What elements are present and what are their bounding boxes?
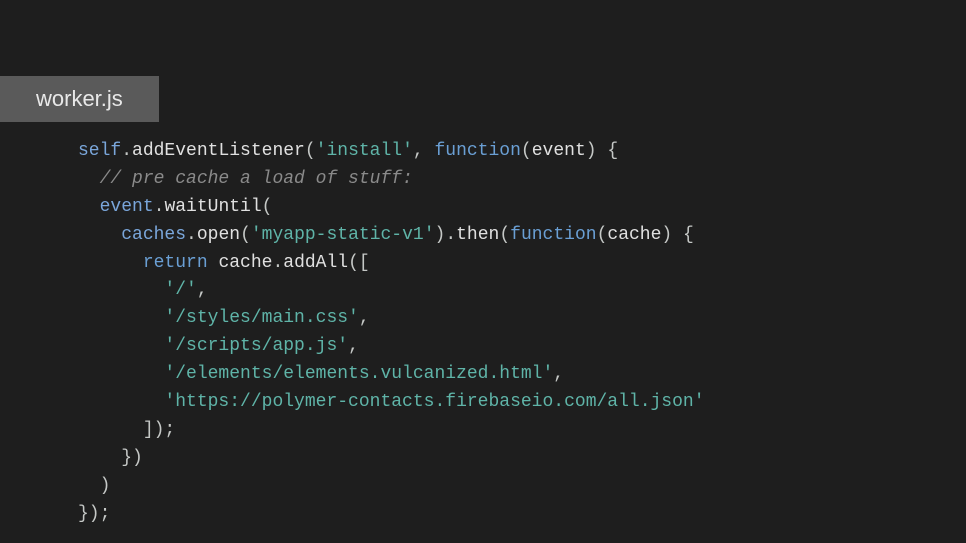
code-line: ]); (78, 417, 926, 445)
code-editor[interactable]: self.addEventListener('install', functio… (78, 138, 926, 528)
code-line: self.addEventListener('install', functio… (78, 138, 926, 166)
file-tab[interactable]: worker.js (0, 76, 159, 122)
code-line: '/scripts/app.js', (78, 333, 926, 361)
code-line: }); (78, 501, 926, 529)
code-line: '/elements/elements.vulcanized.html', (78, 361, 926, 389)
code-line: '/', (78, 277, 926, 305)
code-line: // pre cache a load of stuff: (78, 166, 926, 194)
code-line: return cache.addAll([ (78, 250, 926, 278)
code-line: event.waitUntil( (78, 194, 926, 222)
code-line: caches.open('myapp-static-v1').then(func… (78, 222, 926, 250)
code-line: 'https://polymer-contacts.firebaseio.com… (78, 389, 926, 417)
code-line: ) (78, 473, 926, 501)
code-line: }) (78, 445, 926, 473)
code-line: '/styles/main.css', (78, 305, 926, 333)
file-tab-label: worker.js (36, 86, 123, 111)
